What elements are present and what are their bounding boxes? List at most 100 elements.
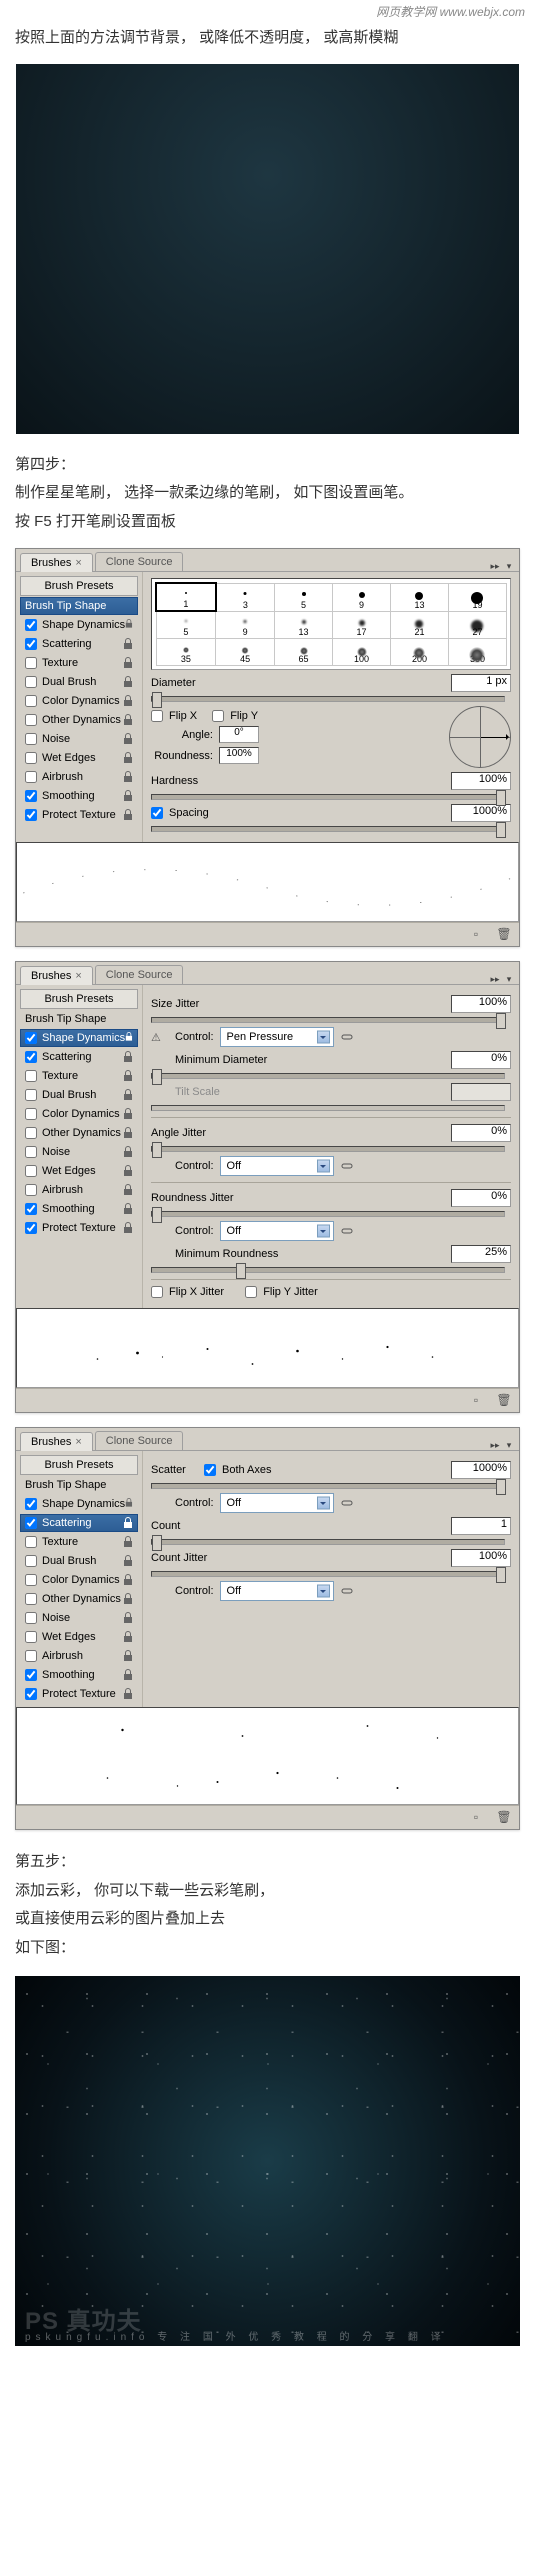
scatter-control-dropdown[interactable]: Off [220,1493,334,1513]
sidebar-noise[interactable]: Noise [20,1609,138,1627]
sidebar-shape-dynamics[interactable]: Shape Dynamics [20,1495,138,1513]
size-jitter-field[interactable]: 100% [451,995,511,1013]
flipx-checkbox[interactable] [151,710,163,722]
diameter-field[interactable]: 1 px [451,674,511,692]
flipx-jitter-checkbox[interactable] [151,1286,163,1298]
sidebar-airbrush[interactable]: Airbrush [20,768,138,786]
close-icon[interactable]: × [75,970,81,982]
sizejitter-control-dropdown[interactable]: Pen Pressure [220,1027,334,1047]
sidebar-scattering[interactable]: Scattering [20,1514,138,1532]
sidebar-airbrush[interactable]: Airbrush [20,1181,138,1199]
both-axes-checkbox[interactable] [204,1464,216,1476]
sidebar-dual-brush[interactable]: Dual Brush [20,1086,138,1104]
min-roundness-field[interactable]: 25% [451,1245,511,1263]
tab-clone-source[interactable]: Clone Source [95,1431,184,1450]
sidebar-wet-edges[interactable]: Wet Edges [20,1628,138,1646]
size-jitter-slider[interactable] [151,1017,505,1023]
anglejitter-control-dropdown[interactable]: Off [220,1156,334,1176]
dual-brush-checkbox[interactable] [25,676,37,688]
link-icon[interactable] [340,1159,354,1173]
sidebar-other-dynamics[interactable]: Other Dynamics [20,1124,138,1142]
protect-texture-checkbox[interactable] [25,809,37,821]
sidebar-other-dynamics[interactable]: Other Dynamics [20,1590,138,1608]
sidebar-brush-tip-shape[interactable]: Brush Tip Shape [20,1476,138,1494]
diameter-slider[interactable] [151,696,505,702]
sidebar-texture[interactable]: Texture [20,1533,138,1551]
sidebar-protect-texture[interactable]: Protect Texture [20,1685,138,1703]
tab-clone-source[interactable]: Clone Source [95,552,184,571]
min-roundness-slider[interactable] [151,1267,505,1273]
flipy-checkbox[interactable] [212,710,224,722]
tab-brushes[interactable]: Brushes× [20,553,93,572]
sidebar-color-dynamics[interactable]: Color Dynamics [20,692,138,710]
noise-checkbox[interactable] [25,733,37,745]
scatter-field[interactable]: 1000% [451,1461,511,1479]
sidebar-smoothing[interactable]: Smoothing [20,1200,138,1218]
sidebar-dual-brush[interactable]: Dual Brush [20,673,138,691]
angle-jitter-slider[interactable] [151,1146,505,1152]
wet-edges-checkbox[interactable] [25,752,37,764]
sidebar-noise[interactable]: Noise [20,1143,138,1161]
angle-jitter-field[interactable]: 0% [451,1124,511,1142]
airbrush-checkbox[interactable] [25,771,37,783]
tab-clone-source[interactable]: Clone Source [95,965,184,984]
sidebar-dual-brush[interactable]: Dual Brush [20,1552,138,1570]
sidebar-other-dynamics[interactable]: Other Dynamics [20,711,138,729]
color-dynamics-checkbox[interactable] [25,695,37,707]
sidebar-wet-edges[interactable]: Wet Edges [20,1162,138,1180]
new-preset-icon[interactable]: ▫ [467,1810,485,1825]
panel-collapse-icons[interactable]: ▸▸▾ [489,1440,515,1450]
sidebar-smoothing[interactable]: Smoothing [20,787,138,805]
other-dynamics-checkbox[interactable] [25,714,37,726]
panel-collapse-icons[interactable]: ▸▸▾ [489,561,515,571]
angle-field[interactable]: 0° [219,726,259,743]
sidebar-protect-texture[interactable]: Protect Texture [20,1219,138,1237]
roundness-field[interactable]: 100% [219,747,259,764]
tab-brushes[interactable]: Brushes× [20,966,93,985]
panel-collapse-icons[interactable]: ▸▸▾ [489,974,515,984]
sidebar-brush-presets[interactable]: Brush Presets [20,576,138,596]
count-jitter-slider[interactable] [151,1571,505,1577]
trash-icon[interactable]: 🗑 [495,1393,513,1408]
texture-checkbox[interactable] [25,657,37,669]
sidebar-smoothing[interactable]: Smoothing [20,1666,138,1684]
scatter-slider[interactable] [151,1483,505,1489]
scattering-checkbox[interactable] [25,638,37,650]
sidebar-airbrush[interactable]: Airbrush [20,1647,138,1665]
sidebar-protect-texture[interactable]: Protect Texture [20,806,138,824]
sidebar-brush-presets[interactable]: Brush Presets [20,1455,138,1475]
sidebar-texture[interactable]: Texture [20,654,138,672]
countjitter-control-dropdown[interactable]: Off [220,1581,334,1601]
close-icon[interactable]: × [75,557,81,569]
spacing-field[interactable]: 1000% [451,804,511,822]
shape-dynamics-checkbox[interactable] [25,619,37,631]
count-jitter-field[interactable]: 100% [451,1549,511,1567]
brush-thumbnails[interactable]: 135913195913172127354565100200300 [151,578,511,670]
tab-brushes[interactable]: Brushes× [20,1432,93,1451]
sidebar-wet-edges[interactable]: Wet Edges [20,749,138,767]
new-preset-icon[interactable]: ▫ [467,1393,485,1408]
smoothing-checkbox[interactable] [25,790,37,802]
link-icon[interactable] [340,1496,354,1510]
hardness-slider[interactable] [151,794,505,800]
count-field[interactable]: 1 [451,1517,511,1535]
sidebar-texture[interactable]: Texture [20,1067,138,1085]
sidebar-color-dynamics[interactable]: Color Dynamics [20,1105,138,1123]
roundness-jitter-slider[interactable] [151,1211,505,1217]
sidebar-shape-dynamics[interactable]: Shape Dynamics [20,616,138,634]
spacing-checkbox[interactable] [151,807,163,819]
sidebar-scattering[interactable]: Scattering [20,1048,138,1066]
link-icon[interactable] [340,1584,354,1598]
spacing-slider[interactable] [151,826,505,832]
sidebar-brush-tip-shape[interactable]: Brush Tip Shape [20,597,138,615]
angle-compass[interactable] [449,706,511,768]
roundjitter-control-dropdown[interactable]: Off [220,1221,334,1241]
sidebar-scattering[interactable]: Scattering [20,635,138,653]
min-diameter-field[interactable]: 0% [451,1051,511,1069]
count-slider[interactable] [151,1539,505,1545]
roundness-jitter-field[interactable]: 0% [451,1189,511,1207]
trash-icon[interactable]: 🗑 [495,1810,513,1825]
sidebar-brush-presets[interactable]: Brush Presets [20,989,138,1009]
close-icon[interactable]: × [75,1436,81,1448]
link-icon[interactable] [340,1224,354,1238]
